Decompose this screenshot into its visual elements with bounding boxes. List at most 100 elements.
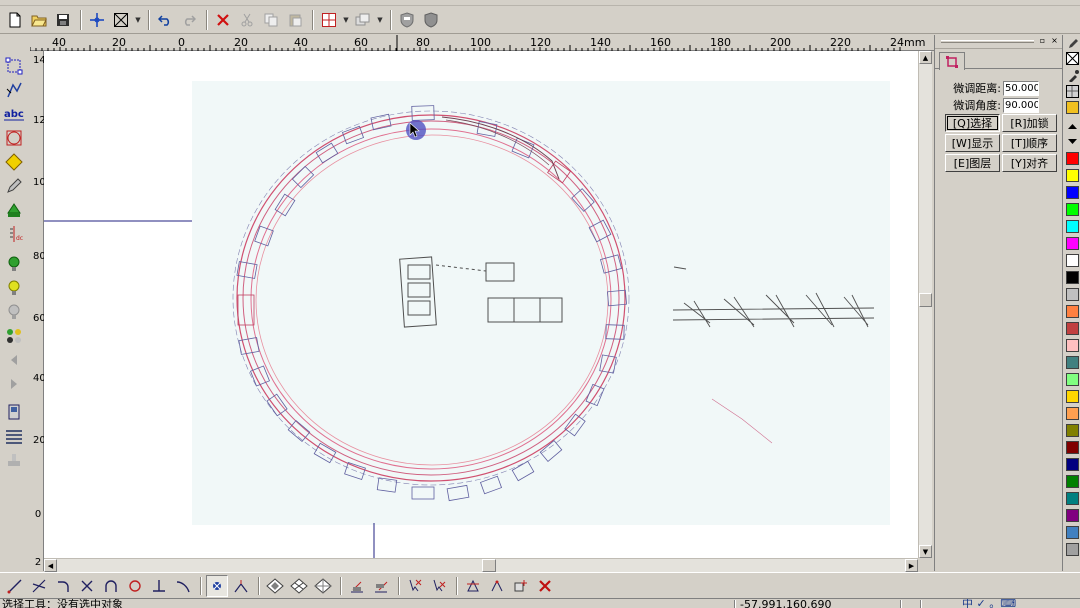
crosshair-icon[interactable] — [86, 9, 108, 31]
color-swatch[interactable] — [1066, 441, 1079, 454]
multi-light-icon[interactable] — [3, 325, 25, 347]
no-fill-icon[interactable] — [1065, 51, 1080, 66]
eyedropper-icon[interactable] — [1065, 68, 1080, 83]
line-tool-icon[interactable] — [4, 575, 26, 597]
scroll-right-icon[interactable]: ▶ — [905, 559, 918, 572]
open-folder-icon[interactable] — [28, 9, 50, 31]
grid-layout-icon[interactable] — [318, 9, 340, 31]
polygon-tool-icon[interactable] — [3, 151, 25, 173]
scroll-thumb[interactable] — [919, 293, 932, 307]
color-swatch[interactable] — [1066, 186, 1079, 199]
curve-tool-icon[interactable] — [100, 575, 122, 597]
undo-icon[interactable] — [154, 9, 176, 31]
color-swatch[interactable] — [1066, 509, 1079, 522]
light-grey-icon[interactable] — [3, 301, 25, 323]
pencil-icon[interactable] — [1065, 35, 1080, 50]
node-add-icon[interactable] — [510, 575, 532, 597]
node-delete-icon[interactable] — [534, 575, 556, 597]
order-button[interactable]: [T]顺序 — [1002, 134, 1057, 152]
save-icon[interactable] — [52, 9, 74, 31]
align-bottom-icon[interactable] — [346, 575, 368, 597]
color-swatch-current[interactable] — [1066, 101, 1079, 114]
align-button[interactable]: [Y]对齐 — [1002, 154, 1057, 172]
fine-angle-input[interactable] — [1003, 97, 1039, 113]
close-icon[interactable]: × — [1049, 36, 1060, 47]
color-swatch[interactable] — [1066, 356, 1079, 369]
chevron-down-icon[interactable]: ▼ — [376, 9, 384, 31]
lock-button[interactable]: [R]加锁 — [1002, 114, 1057, 132]
scroll-left-icon[interactable]: ◀ — [44, 559, 57, 572]
scroll-down-icon[interactable] — [1065, 134, 1080, 149]
color-swatch[interactable] — [1066, 271, 1079, 284]
color-swatch[interactable] — [1066, 339, 1079, 352]
restore-icon[interactable]: ▫ — [1037, 36, 1048, 47]
perpendicular-icon[interactable] — [148, 575, 170, 597]
color-swatch[interactable] — [1066, 305, 1079, 318]
stamp-icon[interactable] — [3, 449, 25, 471]
select-tool-icon[interactable] — [3, 55, 25, 77]
chevron-down-icon[interactable]: ▼ — [342, 9, 350, 31]
scroll-up-icon[interactable]: ▲ — [919, 51, 932, 64]
layer-button[interactable]: [E]图层 — [945, 154, 1000, 172]
frame-select-icon[interactable] — [110, 9, 132, 31]
color-swatch[interactable] — [1066, 237, 1079, 250]
color-swatch[interactable] — [1066, 203, 1079, 216]
color-swatch[interactable] — [1066, 322, 1079, 335]
diamond-alt-icon[interactable] — [288, 575, 310, 597]
color-swatch[interactable] — [1066, 543, 1079, 556]
delete-icon[interactable] — [212, 9, 234, 31]
device-icon[interactable] — [3, 401, 25, 423]
intersect-tool-icon[interactable] — [28, 575, 50, 597]
chevron-down-icon[interactable]: ▼ — [134, 9, 142, 31]
cut-icon[interactable] — [236, 9, 258, 31]
pattern-icon[interactable] — [1065, 84, 1080, 99]
tab-transform[interactable] — [939, 52, 965, 70]
fill-tool-icon[interactable] — [3, 199, 25, 221]
node-edit-icon[interactable] — [3, 79, 25, 101]
snap-point-icon[interactable] — [206, 574, 228, 597]
color-swatch[interactable] — [1066, 458, 1079, 471]
mirror-y-icon[interactable] — [428, 575, 450, 597]
color-swatch[interactable] — [1066, 407, 1079, 420]
arrow-right-icon[interactable] — [3, 373, 25, 395]
circle-snap-icon[interactable] — [124, 575, 146, 597]
paste-icon[interactable] — [284, 9, 306, 31]
display-button[interactable]: [W]显示 — [945, 134, 1000, 152]
light-green-icon[interactable] — [3, 253, 25, 275]
cross-tool-icon[interactable] — [76, 575, 98, 597]
ime-indicator[interactable]: 中 ✓ 。⌨ — [962, 599, 1016, 608]
color-swatch[interactable] — [1066, 169, 1079, 182]
new-file-icon[interactable] — [4, 9, 26, 31]
color-swatch[interactable] — [1066, 254, 1079, 267]
redo-icon[interactable] — [178, 9, 200, 31]
diamond-tool-icon[interactable] — [264, 575, 286, 597]
color-swatch[interactable] — [1066, 390, 1079, 403]
node-snap-icon[interactable] — [230, 575, 252, 597]
color-swatch[interactable] — [1066, 475, 1079, 488]
drawing-canvas[interactable] — [44, 51, 918, 558]
arc-tool-icon[interactable] — [52, 575, 74, 597]
shield-icon[interactable] — [396, 9, 418, 31]
circle-tool-icon[interactable] — [3, 127, 25, 149]
pen-tool-icon[interactable] — [3, 175, 25, 197]
panel-grip[interactable] — [941, 40, 1034, 43]
copy-icon[interactable] — [260, 9, 282, 31]
array-copy-icon[interactable] — [352, 9, 374, 31]
light-yellow-icon[interactable] — [3, 277, 25, 299]
vertical-scrollbar[interactable]: ▲ ▼ — [918, 51, 932, 558]
color-swatch[interactable] — [1066, 492, 1079, 505]
scroll-up-icon[interactable] — [1065, 118, 1080, 133]
diamond-grid-icon[interactable] — [312, 575, 334, 597]
arrow-left-icon[interactable] — [3, 349, 25, 371]
node-break-icon[interactable] — [486, 575, 508, 597]
mirror-x-icon[interactable] — [404, 575, 426, 597]
color-swatch[interactable] — [1066, 526, 1079, 539]
color-swatch[interactable] — [1066, 288, 1079, 301]
shield-alt-icon[interactable] — [420, 9, 442, 31]
tangent-icon[interactable] — [172, 575, 194, 597]
color-swatch[interactable] — [1066, 152, 1079, 165]
text-tool-icon[interactable]: abc — [3, 103, 25, 125]
color-swatch[interactable] — [1066, 373, 1079, 386]
horizontal-scrollbar[interactable]: ◀ ▶ — [44, 558, 918, 572]
select-button[interactable]: [Q]选择 — [945, 114, 1000, 132]
